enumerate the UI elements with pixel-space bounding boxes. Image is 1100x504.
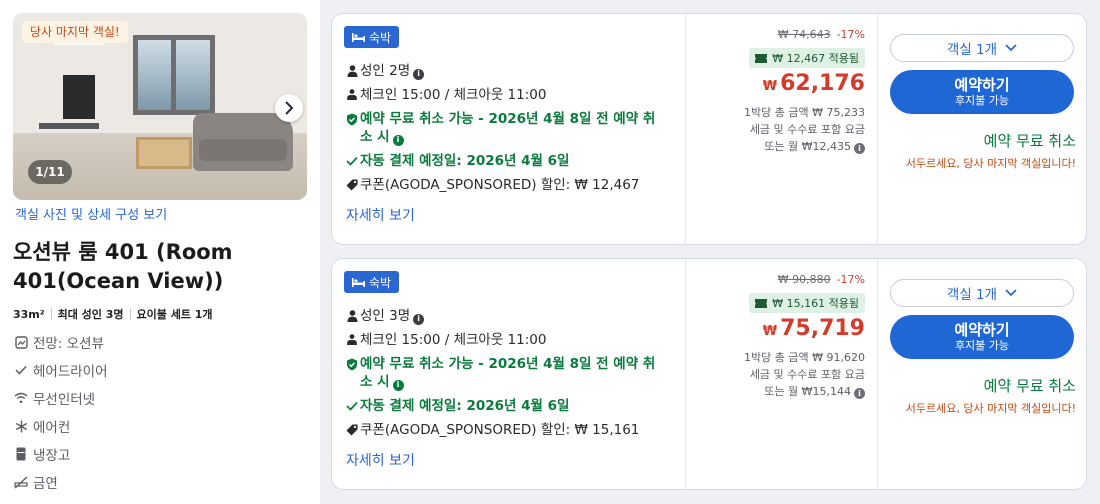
photo-counter: 1/11 — [28, 160, 72, 184]
check-in-out-times: 체크인 15:00 / 체크아웃 11:00 — [344, 331, 546, 349]
discount-percent: -17% — [836, 28, 865, 41]
final-price: ₩62,176 — [762, 71, 865, 96]
shield-check-icon — [344, 355, 360, 373]
no-smoking-icon — [13, 474, 29, 490]
reserve-button[interactable]: 예약하기 후지불 가능 — [890, 315, 1074, 359]
bellhop-icon — [344, 331, 360, 349]
ticket-icon — [755, 298, 768, 308]
amenity-wifi: 무선인터넷 — [13, 384, 108, 412]
price-column: ₩ 90,880 -17% ₩ 15,161 적용됨 ₩75,719 1박당 총 … — [685, 259, 877, 489]
amenity-view: 전망: 오션뷰 — [13, 328, 108, 356]
ticket-icon — [755, 53, 768, 63]
amenity-nosmoking: 금연 — [13, 468, 108, 496]
guest-count: 성인 2명 i — [344, 62, 425, 80]
info-icon[interactable]: i — [392, 379, 404, 391]
auto-payment-date: 자동 결제 예정일: 2026년 4월 6일 — [344, 152, 569, 170]
check-icon — [344, 397, 360, 415]
chevron-down-icon — [1005, 44, 1017, 52]
shield-check-icon — [344, 110, 360, 128]
stay-type-tag: 숙박 — [344, 26, 400, 48]
coupon-discount: 쿠폰(AGODA_SPONSORED) 할인: ₩ 15,161 — [344, 421, 639, 439]
price-column: ₩ 74,643 -17% ₩ 12,467 적용됨 ₩62,176 1박당 총 … — [685, 14, 877, 244]
auto-payment-date: 자동 결제 예정일: 2026년 4월 6일 — [344, 397, 569, 415]
person-icon — [344, 62, 360, 80]
free-cancel-label: 예약 무료 취소 — [983, 377, 1076, 395]
amenity-fridge: 냉장고 — [13, 440, 108, 468]
original-price: ₩ 90,880 -17% — [777, 273, 865, 286]
booking-column: 객실 1개 예약하기 후지불 가능 예약 무료 취소 서두르세요, 당사 마지막… — [877, 259, 1086, 489]
check-icon — [344, 152, 360, 170]
tag-icon — [344, 421, 360, 439]
max-occupancy: 최대 성인 3명 — [57, 308, 124, 321]
amenity-list: 전망: 오션뷰 헤어드라이어 무선인터넷 에어컨 냉장고 금연 — [13, 328, 108, 496]
info-icon[interactable]: i — [392, 134, 404, 146]
bed-icon — [352, 277, 365, 287]
original-price: ₩ 74,643 -17% — [777, 28, 865, 41]
info-icon[interactable]: i — [854, 143, 865, 154]
room-info-panel: 당사 마지막 객실! 1/11 객실 사진 및 상세 구성 보기 오션뷰 룸 4… — [0, 0, 320, 504]
free-cancellation-policy: 예약 무료 취소 가능 - 2026년 4월 8일 전 예약 취소 시i — [344, 110, 655, 146]
price-breakdown: 1박당 총 금액 ₩ 91,620 세금 및 수수료 포함 요금 또는 월 ₩1… — [744, 351, 865, 399]
details-link[interactable]: 자세히 보기 — [346, 205, 415, 225]
discount-percent: -17% — [836, 273, 865, 286]
info-icon[interactable]: i — [413, 313, 425, 325]
stay-type-tag: 숙박 — [344, 271, 400, 293]
booking-column: 객실 1개 예약하기 후지불 가능 예약 무료 취소 서두르세요, 당사 마지막… — [877, 14, 1086, 244]
details-link[interactable]: 자세히 보기 — [346, 450, 415, 470]
snowflake-icon — [13, 418, 29, 434]
free-cancel-label: 예약 무료 취소 — [983, 132, 1076, 150]
price-breakdown: 1박당 총 금액 ₩ 75,233 세금 및 수수료 포함 요금 또는 월 ₩1… — [744, 106, 865, 154]
free-cancellation-policy: 예약 무료 취소 가능 - 2026년 4월 8일 전 예약 취소 시i — [344, 355, 655, 391]
coupon-applied-chip: ₩ 12,467 적용됨 — [749, 48, 865, 68]
rate-offer-card-2: 숙박 성인 3명 i 체크인 15:00 / 체크아웃 11:00 예약 무료 취… — [331, 258, 1087, 490]
rate-offer-card-1: 숙박 성인 2명 i 체크인 15:00 / 체크아웃 11:00 예약 무료 취… — [331, 13, 1087, 245]
bedding: 요이불 세트 1개 — [136, 308, 213, 321]
chevron-right-icon — [285, 101, 294, 115]
next-photo-button[interactable] — [275, 94, 303, 122]
room-quantity-select[interactable]: 객실 1개 — [890, 34, 1074, 62]
guest-count: 성인 3명 i — [344, 307, 425, 325]
view-icon — [13, 334, 29, 350]
room-specs: 33m² 최대 성인 3명 요이불 세트 1개 — [13, 306, 213, 322]
room-quantity-select[interactable]: 객실 1개 — [890, 279, 1074, 307]
amenity-hairdryer: 헤어드라이어 — [13, 356, 108, 384]
check-icon — [13, 362, 29, 378]
room-gallery-link[interactable]: 객실 사진 및 상세 구성 보기 — [15, 204, 167, 223]
final-price: ₩75,719 — [762, 316, 865, 341]
amenity-aircon: 에어컨 — [13, 412, 108, 440]
wifi-icon — [13, 390, 29, 406]
coupon-applied-chip: ₩ 15,161 적용됨 — [749, 293, 865, 313]
reserve-button[interactable]: 예약하기 후지불 가능 — [890, 70, 1074, 114]
urgency-message: 서두르세요, 당사 마지막 객실입니다! — [905, 157, 1076, 170]
urgency-message: 서두르세요, 당사 마지막 객실입니다! — [905, 402, 1076, 415]
tag-icon — [344, 176, 360, 194]
info-icon[interactable]: i — [413, 68, 425, 80]
bellhop-icon — [344, 86, 360, 104]
info-icon[interactable]: i — [854, 388, 865, 399]
fridge-icon — [13, 446, 29, 462]
person-icon — [344, 307, 360, 325]
bed-icon — [352, 32, 365, 42]
coupon-discount: 쿠폰(AGODA_SPONSORED) 할인: ₩ 12,467 — [344, 176, 639, 194]
chevron-down-icon — [1005, 289, 1017, 297]
room-title: 오션뷰 룸 401 (Room 401(Ocean View)) — [13, 240, 233, 293]
last-room-badge: 당사 마지막 객실! — [22, 21, 128, 43]
room-size: 33m² — [13, 307, 45, 321]
check-in-out-times: 체크인 15:00 / 체크아웃 11:00 — [344, 86, 546, 104]
